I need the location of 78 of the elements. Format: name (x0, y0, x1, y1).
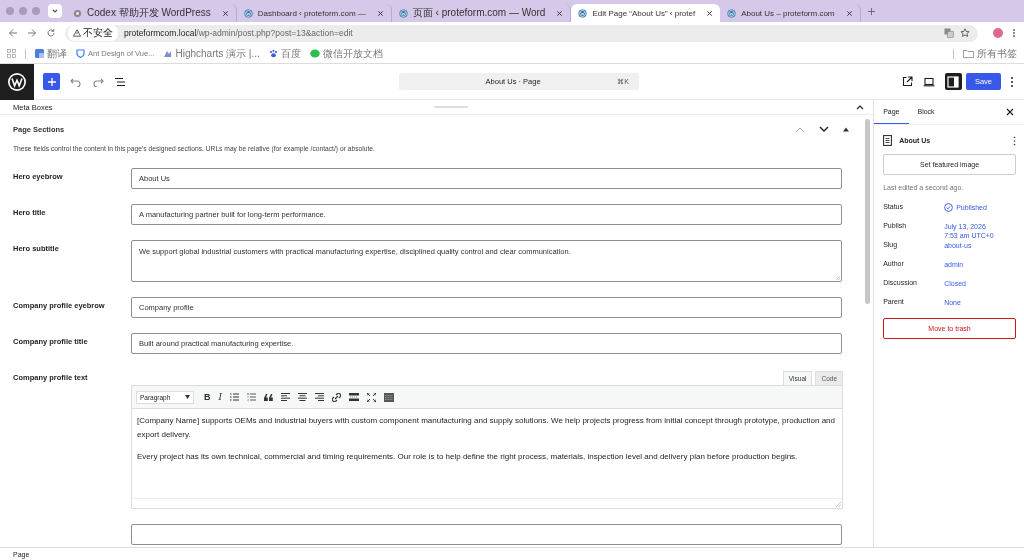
link-icon[interactable] (332, 392, 342, 402)
warning-icon (73, 29, 81, 37)
shield-icon (76, 49, 85, 58)
bookmark[interactable]: 微信开放文档 (309, 46, 383, 61)
bulleted-list-icon[interactable] (230, 393, 240, 401)
list-view-icon[interactable] (114, 76, 126, 87)
browser-tab[interactable]: Codex 帮助开发 WordPress (66, 4, 237, 22)
paw-icon (268, 49, 278, 58)
wordpress-icon (243, 8, 253, 18)
translate-icon (35, 49, 44, 58)
address-bar[interactable]: 不安全 proteformcom.local/wp-admin/post.php?post=13&action=edit (65, 24, 978, 42)
scrollbar-thumb[interactable] (865, 119, 871, 304)
close-icon[interactable] (376, 9, 384, 17)
input-field[interactable] (131, 524, 842, 545)
browser-tab[interactable]: Dashboard ‹ proteform.com — (236, 4, 392, 22)
options-icon[interactable] (1010, 75, 1014, 88)
editor-paragraph: Every project has its own technical, commercial and timing requirements. Our role is to help define the right process, materials, inspection level and delivery plan before production begins. (137, 451, 799, 463)
resize-grip-icon[interactable] (835, 275, 840, 280)
sidebar-toggle-button[interactable] (944, 73, 962, 90)
chevron-down-icon (51, 7, 59, 15)
add-block-button[interactable] (43, 73, 60, 90)
browser-tab[interactable]: About Us – proteform.com (720, 4, 861, 22)
quote-icon[interactable] (264, 393, 274, 401)
resize-grip-icon[interactable] (835, 501, 841, 507)
more-icon[interactable] (1013, 135, 1016, 146)
gear-icon (73, 8, 82, 18)
chevron-up-icon[interactable] (856, 104, 865, 110)
close-icon[interactable] (706, 9, 714, 17)
move-down-icon[interactable] (819, 125, 830, 133)
resize-handle[interactable] (434, 106, 469, 108)
close-icon[interactable] (221, 9, 229, 17)
bookmark[interactable]: 翻译 (35, 46, 67, 61)
plus-icon (46, 76, 57, 87)
fullscreen-icon[interactable] (367, 392, 377, 402)
bookmark[interactable]: Highcharts 演示 |... (163, 46, 260, 61)
close-icon[interactable] (1006, 108, 1014, 116)
external-link-icon[interactable] (901, 76, 913, 87)
wordpress-icon (398, 8, 408, 18)
undo-icon[interactable] (70, 76, 82, 87)
window-minimize-dot[interactable] (19, 7, 27, 15)
align-right-icon[interactable] (315, 393, 325, 401)
apps-icon[interactable] (7, 49, 16, 58)
window-zoom-dot[interactable] (32, 7, 40, 15)
close-icon[interactable] (556, 9, 564, 17)
align-left-icon[interactable] (281, 393, 291, 401)
window-close-dot[interactable] (6, 7, 14, 15)
security-chip[interactable]: 不安全 (68, 25, 118, 41)
wordpress-logo[interactable] (0, 63, 34, 100)
collapse-icon[interactable] (843, 126, 850, 132)
caret-icon (185, 395, 190, 399)
redo-icon[interactable] (92, 76, 104, 87)
check-circle-icon (944, 203, 954, 213)
close-icon[interactable] (845, 9, 853, 17)
new-tab-icon[interactable] (866, 6, 876, 16)
translate-icon[interactable] (944, 28, 954, 38)
folder-icon (963, 49, 974, 58)
forward-icon[interactable] (27, 28, 37, 38)
editor-paragraph: [Company Name] supports OEMs and industrial buyers with custom component manufacturing and supply solutions. We help projects progress from initial concept through prototype, production and export delivery. (137, 415, 836, 441)
bookmark[interactable]: 百度 (268, 46, 301, 61)
profile-avatar[interactable] (993, 28, 1003, 38)
toolbar-toggle-icon[interactable] (384, 392, 395, 402)
wordpress-icon (727, 8, 737, 18)
read-more-icon[interactable] (349, 393, 360, 401)
chart-icon (163, 49, 173, 58)
rich-text-editor[interactable] (131, 385, 843, 509)
page-icon (883, 135, 893, 146)
back-icon[interactable] (8, 28, 18, 38)
browser-tab[interactable]: Edit Page “About Us” ‹ protef (571, 4, 721, 22)
bookmarks-folder[interactable]: 所有书签 (963, 46, 1017, 61)
laptop-icon[interactable] (922, 76, 935, 87)
reload-icon[interactable] (46, 28, 56, 38)
italic-button[interactable]: I (218, 392, 223, 402)
url-text: proteformcom.local/wp-admin/post.php?post=13&action=edit (124, 28, 353, 38)
chat-icon (309, 49, 320, 58)
align-center-icon[interactable] (298, 393, 308, 401)
bold-button[interactable]: B (204, 392, 211, 402)
wordpress-icon (578, 8, 588, 18)
star-icon[interactable] (960, 28, 970, 38)
